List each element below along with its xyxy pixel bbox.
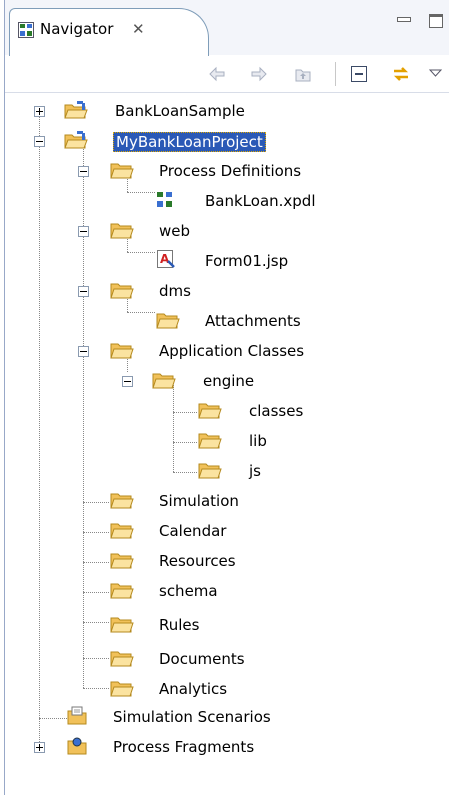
folder-icon: [197, 460, 223, 480]
collapse-icon[interactable]: [78, 166, 89, 177]
tree-item-dms[interactable]: dms: [5, 278, 449, 304]
tree-item-bankloansample[interactable]: BankLoanSample: [5, 98, 449, 124]
project-icon: [63, 100, 89, 120]
tree-item-label: web: [159, 222, 191, 240]
tree-item-label: js: [249, 462, 261, 480]
tree-item-calendar[interactable]: Calendar: [5, 518, 449, 544]
folder-icon: [197, 430, 223, 450]
folder-icon: [109, 614, 135, 634]
tree-item-label: schema: [159, 582, 218, 600]
tree-item-attachments[interactable]: Attachments: [5, 308, 449, 334]
collapse-icon[interactable]: [122, 376, 133, 387]
folder-icon: [197, 400, 223, 420]
collapse-icon[interactable]: [34, 136, 45, 147]
collapse-icon[interactable]: [78, 286, 89, 297]
maximize-icon[interactable]: [429, 14, 443, 28]
tree-item-label: Documents: [159, 650, 245, 668]
navigator-tab[interactable]: Navigator ✕: [9, 8, 209, 56]
expand-icon[interactable]: [34, 742, 45, 753]
folder-icon: [109, 520, 135, 540]
tree-item-engine[interactable]: engine: [5, 368, 449, 394]
tree-item-label: Application Classes: [159, 342, 305, 360]
tree-item-documents[interactable]: Documents: [5, 644, 449, 670]
tree-item-process-definitions[interactable]: Process Definitions: [5, 158, 449, 184]
tree-item-label: Attachments: [205, 312, 301, 330]
tree-item-label: Process Fragments: [113, 738, 255, 756]
tree-item-label: Simulation Scenarios: [113, 708, 271, 726]
xpdl-file-icon: [157, 192, 172, 207]
folder-icon: [155, 310, 181, 330]
collapse-icon[interactable]: [78, 226, 89, 237]
tree-item-rules[interactable]: Rules: [5, 608, 449, 634]
folder-icon: [109, 550, 135, 570]
navigator-toolbar: [5, 56, 449, 93]
toolbar-separator: [335, 62, 336, 86]
folder-icon: [109, 678, 135, 698]
tree-item-analytics[interactable]: Analytics: [5, 674, 449, 700]
folder-icon: [109, 490, 135, 510]
tree-item-process-fragments[interactable]: Process Fragments: [5, 734, 449, 760]
back-arrow-icon[interactable]: [207, 64, 227, 84]
fragment-icon: [67, 737, 87, 755]
tree-item-label: Calendar: [159, 522, 227, 540]
tree-item-label: Simulation: [159, 492, 239, 510]
view-menu-icon[interactable]: [429, 64, 443, 84]
tree-item-label: Resources: [159, 552, 236, 570]
tree-item-label: BankLoanSample: [115, 102, 245, 120]
expand-icon[interactable]: [34, 106, 45, 117]
svg-text:A: A: [160, 252, 170, 266]
tab-title: Navigator: [40, 20, 114, 38]
tree-item-js[interactable]: js: [5, 458, 449, 484]
tree-item-label: Form01.jsp: [205, 252, 289, 270]
tree-item-label: lib: [249, 432, 267, 450]
folder-icon: [109, 280, 135, 300]
tree-item-label: Analytics: [159, 680, 228, 698]
link-with-editor-icon[interactable]: [391, 64, 411, 84]
tree-item-web[interactable]: web: [5, 218, 449, 244]
tree-item-lib[interactable]: lib: [5, 428, 449, 454]
folder-icon: [109, 220, 135, 240]
tree-item-label: Rules: [159, 616, 200, 634]
view-tab-bar: Navigator ✕: [5, 0, 449, 56]
tree-item-form01-jsp[interactable]: A Form01.jsp: [5, 248, 449, 274]
tree-item-classes[interactable]: classes: [5, 398, 449, 424]
navigator-icon: [18, 22, 34, 38]
folder-icon: [109, 340, 135, 360]
tree-item-mybankloanproject[interactable]: MyBankLoanProject: [5, 128, 449, 154]
tree-item-application-classes[interactable]: Application Classes: [5, 338, 449, 364]
tree-item-simulation[interactable]: Simulation: [5, 488, 449, 514]
tree-item-resources[interactable]: Resources: [5, 548, 449, 574]
collapse-icon[interactable]: [78, 346, 89, 357]
tree-item-label: engine: [203, 372, 255, 390]
tree-item-label: BankLoan.xpdl: [205, 192, 316, 210]
navigator-panel: Navigator ✕ BankLoanSample MyBankLoanPro…: [4, 0, 449, 795]
project-icon: [63, 130, 89, 150]
minimize-icon[interactable]: [397, 17, 411, 22]
up-folder-icon[interactable]: [293, 64, 313, 84]
tree-item-label: dms: [159, 282, 191, 300]
tree-item-label: classes: [249, 402, 304, 420]
scenario-icon: [67, 706, 87, 725]
jsp-file-icon: A: [157, 250, 175, 268]
folder-icon: [109, 648, 135, 668]
folder-icon: [151, 370, 177, 390]
forward-arrow-icon[interactable]: [249, 64, 269, 84]
tree-item-simulation-scenarios[interactable]: Simulation Scenarios: [5, 704, 449, 730]
resource-tree: BankLoanSample MyBankLoanProject Process…: [5, 92, 449, 795]
collapse-all-icon[interactable]: [349, 64, 369, 84]
tree-item-label: Process Definitions: [159, 162, 302, 180]
tree-item-label: MyBankLoanProject: [113, 132, 266, 152]
folder-icon: [109, 580, 135, 600]
tree-item-bankloan-xpdl[interactable]: BankLoan.xpdl: [5, 188, 449, 214]
folder-icon: [109, 160, 135, 180]
tree-item-schema[interactable]: schema: [5, 578, 449, 604]
close-icon[interactable]: ✕: [132, 20, 145, 38]
